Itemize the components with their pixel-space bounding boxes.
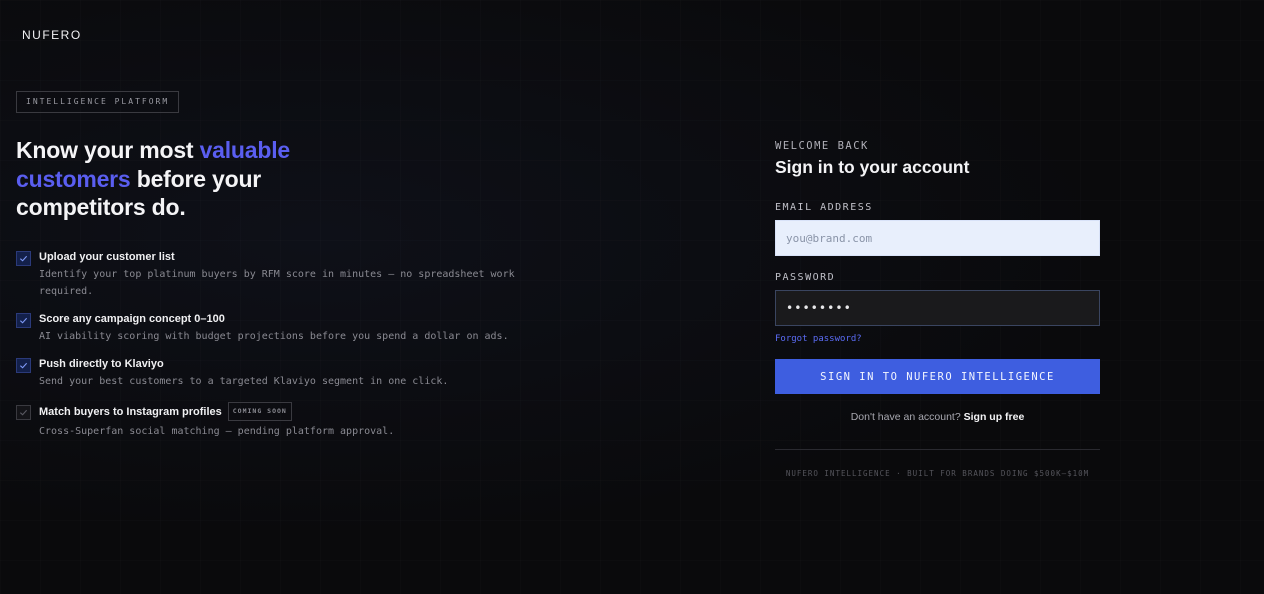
platform-tag: INTELLIGENCE PLATFORM [16, 91, 180, 113]
headline-accent-1: valuable [199, 137, 291, 163]
headline-accent-2: customers [16, 165, 131, 192]
checkbox-dim-icon [16, 405, 31, 420]
footer-text: NUFERO INTELLIGENCE · BUILT FOR BRANDS D… [785, 469, 1090, 478]
password-field[interactable] [775, 290, 1100, 326]
email-field[interactable] [775, 220, 1100, 256]
signin-title: Sign in to your account [775, 157, 970, 177]
signup-prompt: Don't have an account? Sign up free [775, 411, 1100, 423]
feature-title: Score any campaign concept 0–100 [39, 313, 225, 325]
feature-item: Match buyers to Instagram profiles COMING… [16, 402, 556, 440]
headline-text-1: Know your most [16, 137, 200, 163]
email-label: EMAIL ADDRESS [775, 202, 873, 213]
coming-soon-badge: COMING SOON [227, 402, 292, 421]
login-form: WELCOME BACK Sign in to your account EMA… [775, 140, 1100, 478]
feature-description: Send your best customers to a targeted K… [39, 376, 449, 387]
feature-list: Upload your customer list Identify your … [16, 250, 556, 440]
welcome-label: WELCOME BACK [775, 140, 869, 152]
divider [775, 449, 1100, 450]
forgot-password-link[interactable]: Forgot password? [775, 334, 1100, 344]
brand-logo[interactable]: NUFERO [22, 28, 82, 42]
checkbox-checked-icon [16, 251, 31, 266]
login-page: NUFERO INTELLIGENCE PLATFORM Know your m… [0, 0, 1264, 594]
feature-title-text: Match buyers to Instagram profiles [39, 405, 222, 418]
sign-up-link[interactable]: Sign up free [964, 411, 1025, 423]
feature-title: Push directly to Klaviyo [39, 358, 164, 370]
password-label: PASSWORD [775, 272, 836, 283]
feature-item: Score any campaign concept 0–100 AI viab… [16, 312, 556, 345]
hero-headline: Know your most valuable customers before … [16, 136, 316, 222]
checkbox-checked-icon [16, 313, 31, 328]
no-account-text: Don't have an account? [850, 411, 961, 423]
feature-description: AI viability scoring with budget project… [39, 331, 509, 342]
feature-description: Identify your top platinum buyers by RFM… [39, 269, 515, 297]
sign-in-button[interactable]: SIGN IN TO NUFERO INTELLIGENCE [775, 359, 1100, 394]
feature-item: Push directly to Klaviyo Send your best … [16, 357, 556, 390]
feature-title: Upload your customer list [39, 251, 175, 263]
feature-item: Upload your customer list Identify your … [16, 250, 556, 300]
feature-description: Cross-Superfan social matching — pending… [39, 426, 395, 437]
feature-title: Match buyers to Instagram profiles COMING… [39, 402, 556, 421]
checkbox-checked-icon [16, 358, 31, 373]
